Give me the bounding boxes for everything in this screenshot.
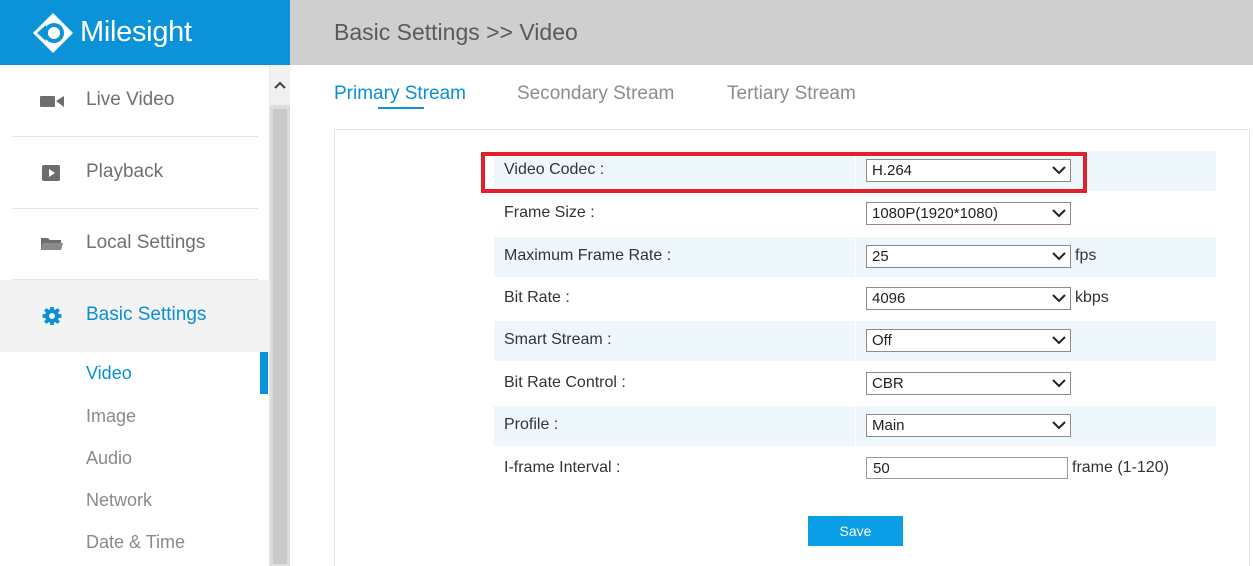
sidebar-subitem-label: Video: [86, 363, 132, 383]
sidebar-subitem-audio[interactable]: Audio: [0, 437, 270, 479]
chevron-down-icon: [1052, 421, 1066, 430]
frame-size-label: Frame Size :: [504, 204, 595, 221]
sidebar-item-label: Live Video: [86, 89, 175, 110]
chevron-down-icon: [1052, 379, 1066, 388]
iframe-interval-input[interactable]: 50: [866, 457, 1068, 479]
max-frame-rate-label: Maximum Frame Rate :: [504, 247, 672, 264]
sidebar-subitem-video[interactable]: Video: [0, 352, 270, 394]
tab-secondary-stream[interactable]: Secondary Stream: [517, 83, 674, 105]
row-bit-rate: Bit Rate : 4096 kbps: [494, 279, 1216, 319]
scroll-thumb[interactable]: [273, 109, 287, 564]
row-max-frame-rate: Maximum Frame Rate : 25 fps: [494, 237, 1216, 277]
row-smart-stream: Smart Stream : Off: [494, 321, 1216, 361]
top-bar: Basic Settings >> Video: [290, 0, 1253, 65]
iframe-interval-label: I-frame Interval :: [504, 459, 621, 476]
sidebar-subitem-network[interactable]: Network: [0, 479, 270, 521]
profile-select[interactable]: Main: [866, 414, 1071, 437]
folder-icon: [41, 238, 63, 250]
sidebar-item-live-video[interactable]: Live Video: [0, 65, 270, 137]
gear-icon: [42, 307, 62, 325]
brand-name: Milesight: [80, 16, 192, 48]
sidebar-subitem-date-time[interactable]: Date & Time: [0, 521, 270, 563]
brand-bar: Milesight: [0, 0, 290, 65]
chevron-down-icon: [1052, 209, 1066, 218]
sidebar-subitem-label: Network: [86, 490, 153, 510]
sidebar: Live Video Playback Local Settings Basic…: [0, 65, 270, 566]
sidebar-subitem-label: Audio: [86, 448, 133, 468]
sidebar-item-local-settings[interactable]: Local Settings: [0, 208, 270, 280]
tab-primary-stream[interactable]: Primary Stream: [334, 83, 466, 105]
active-indicator: [260, 352, 268, 394]
sidebar-scrollbar[interactable]: [270, 65, 290, 566]
row-frame-size: Frame Size : 1080P(1920*1080): [494, 194, 1216, 234]
select-value: 25: [872, 248, 889, 265]
fps-unit: fps: [1075, 247, 1097, 264]
sidebar-subitem-image[interactable]: Image: [0, 395, 270, 437]
profile-label: Profile :: [504, 416, 559, 433]
select-value: 4096: [872, 290, 906, 307]
bit-rate-control-select[interactable]: CBR: [866, 372, 1071, 395]
smart-stream-label: Smart Stream :: [504, 331, 612, 348]
divider: [855, 406, 856, 446]
select-value: Off: [872, 332, 892, 349]
bit-rate-select[interactable]: 4096: [866, 287, 1071, 310]
smart-stream-select[interactable]: Off: [866, 329, 1071, 352]
sidebar-item-playback[interactable]: Playback: [0, 137, 270, 209]
select-value: Main: [872, 417, 905, 434]
row-profile: Profile : Main: [494, 406, 1216, 446]
sidebar-item-label: Basic Settings: [86, 304, 207, 325]
play-icon: [42, 165, 60, 181]
divider: [855, 321, 856, 361]
chevron-down-icon: [1052, 336, 1066, 345]
tab-tertiary-stream[interactable]: Tertiary Stream: [727, 83, 856, 105]
row-iframe-interval: I-frame Interval : 50 frame (1-120): [494, 449, 1216, 489]
breadcrumb: Basic Settings >> Video: [334, 19, 578, 45]
bit-rate-control-label: Bit Rate Control :: [504, 374, 626, 391]
max-frame-rate-select[interactable]: 25: [866, 245, 1071, 268]
iframe-interval-unit: frame (1-120): [1072, 459, 1169, 476]
chevron-up-icon: [274, 81, 286, 89]
divider: [855, 237, 856, 277]
chevron-down-icon: [1052, 252, 1066, 261]
kbps-unit: kbps: [1075, 289, 1109, 306]
frame-size-select[interactable]: 1080P(1920*1080): [866, 202, 1071, 225]
scroll-up-button[interactable]: [270, 65, 290, 105]
sidebar-subitem-label: Date & Time: [86, 532, 186, 552]
chevron-down-icon: [1052, 294, 1066, 303]
sidebar-subitem-label: Image: [86, 406, 137, 426]
select-value: 1080P(1920*1080): [872, 205, 998, 222]
sidebar-item-basic-settings[interactable]: Basic Settings: [0, 280, 270, 352]
sidebar-item-label: Playback: [86, 161, 164, 182]
save-button[interactable]: Save: [808, 516, 903, 546]
active-tab-underline: [378, 107, 424, 109]
bit-rate-label: Bit Rate :: [504, 289, 570, 306]
select-value: CBR: [872, 375, 904, 392]
highlight-annotation: [481, 152, 1087, 193]
milesight-logo-icon: [33, 13, 73, 53]
video-camera-icon: [40, 96, 64, 107]
sidebar-item-label: Local Settings: [86, 232, 206, 253]
row-bit-rate-control: Bit Rate Control : CBR: [494, 364, 1216, 404]
